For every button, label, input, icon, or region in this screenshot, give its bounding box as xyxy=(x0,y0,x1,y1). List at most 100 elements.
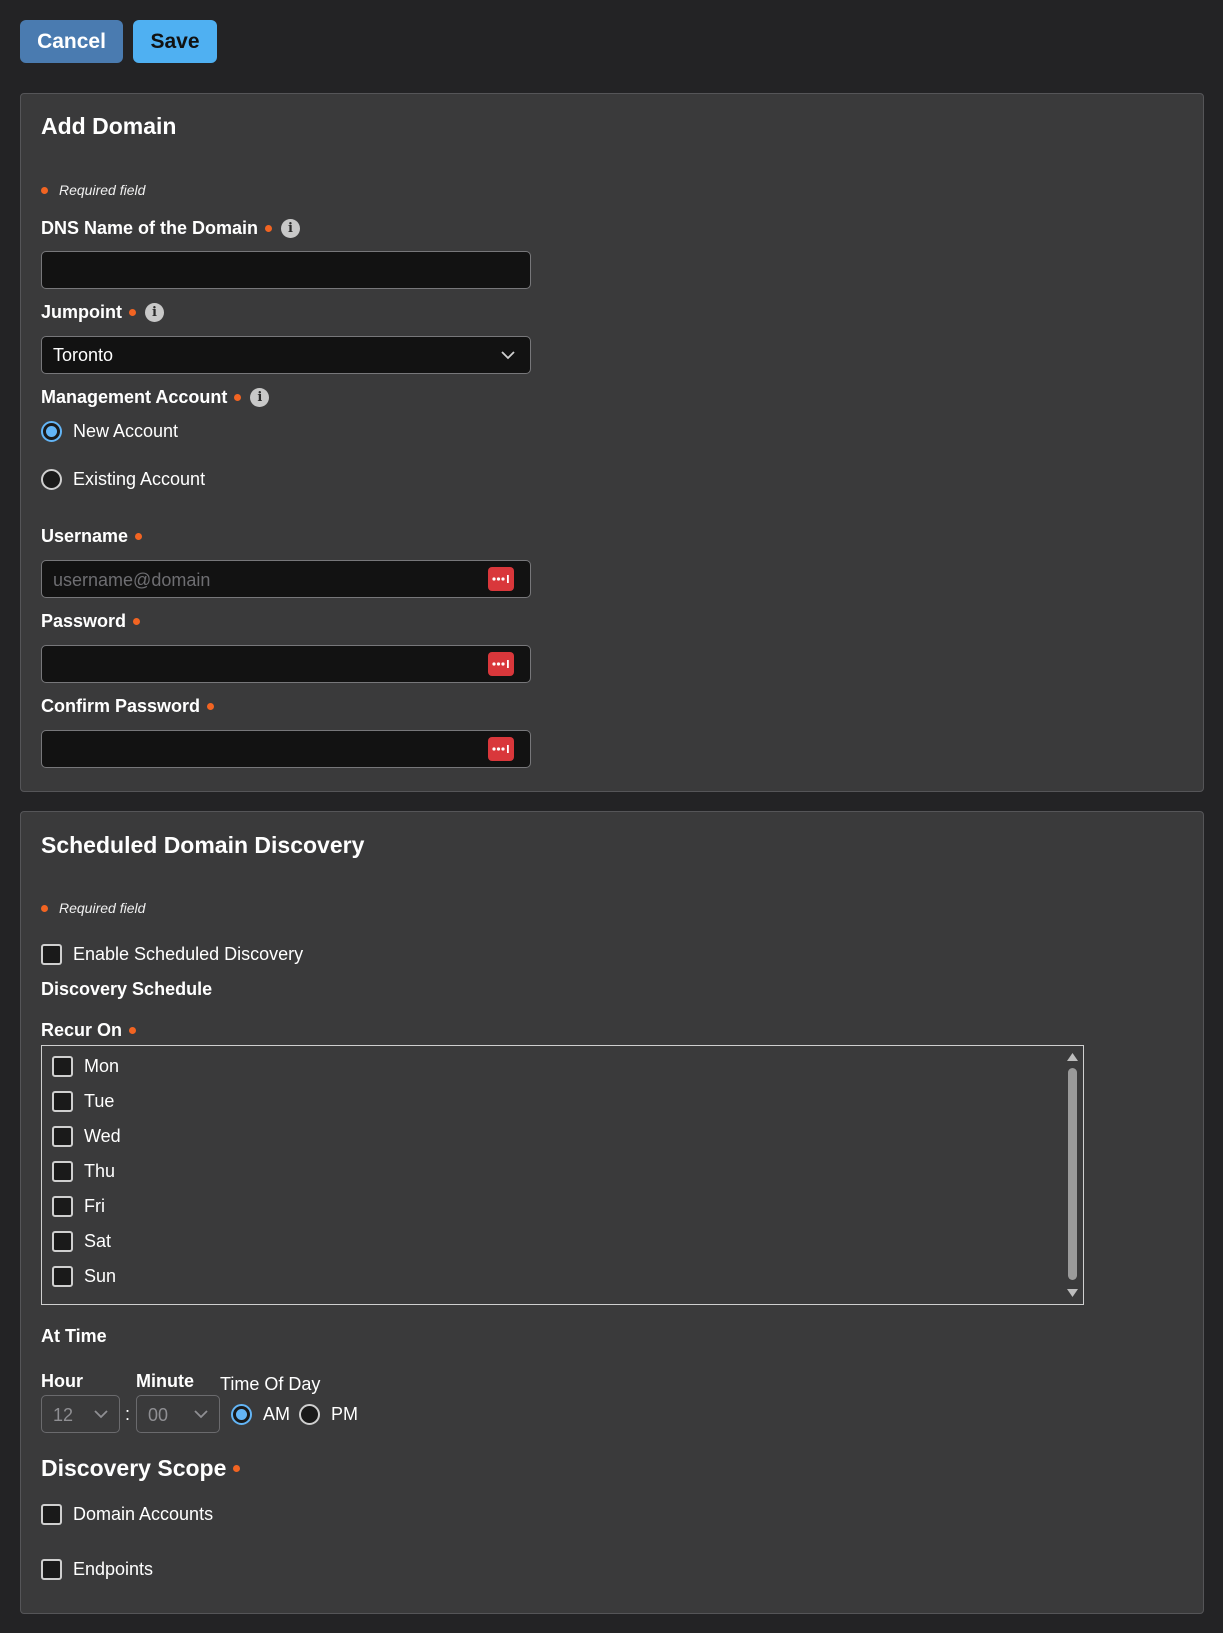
radio-unselected[interactable] xyxy=(41,469,62,490)
required-dot xyxy=(41,904,48,912)
jumpoint-value: Toronto xyxy=(53,345,114,365)
username-label: Username xyxy=(41,526,143,547)
existing-account-label: Existing Account xyxy=(73,469,206,489)
day-sun[interactable]: Sun xyxy=(52,1266,116,1287)
checkbox[interactable] xyxy=(41,1559,62,1580)
username-placeholder: username@domain xyxy=(53,570,211,590)
day-label: Tue xyxy=(84,1091,115,1111)
hour-label: Hour xyxy=(41,1371,83,1392)
day-label: Fri xyxy=(84,1196,105,1216)
checkbox[interactable] xyxy=(52,1231,73,1252)
day-fri[interactable]: Fri xyxy=(52,1196,105,1217)
day-label: Sat xyxy=(84,1231,112,1251)
password-manager-icon[interactable] xyxy=(488,652,514,676)
dns-name-input[interactable] xyxy=(41,251,531,289)
enable-discovery-checkbox[interactable]: Enable Scheduled Discovery xyxy=(41,944,303,965)
confirm-password-label: Confirm Password xyxy=(41,696,215,717)
required-dot xyxy=(129,1027,137,1034)
scroll-up-arrow-icon[interactable] xyxy=(1066,1052,1079,1062)
day-label: Wed xyxy=(84,1126,121,1146)
discovery-schedule-heading-text: Discovery Schedule xyxy=(41,979,213,999)
required-note: Required field xyxy=(41,900,145,916)
jumpoint-label-text: Jumpoint xyxy=(41,302,122,322)
required-dot xyxy=(41,186,48,194)
info-icon[interactable]: i xyxy=(145,303,164,322)
cancel-button[interactable]: Cancel xyxy=(20,20,123,63)
checkbox[interactable] xyxy=(52,1266,73,1287)
checkbox[interactable] xyxy=(52,1091,73,1112)
new-account-radio[interactable]: New Account xyxy=(41,421,178,442)
jumpoint-select[interactable]: Toronto xyxy=(41,336,531,374)
day-wed[interactable]: Wed xyxy=(52,1126,121,1147)
recur-on-label: Recur On xyxy=(41,1020,137,1041)
time-of-day-label: Time Of Day xyxy=(220,1374,321,1394)
am-radio[interactable]: AM xyxy=(231,1404,290,1425)
checkbox[interactable] xyxy=(52,1196,73,1217)
minute-value: 00 xyxy=(148,1405,169,1425)
checkbox[interactable] xyxy=(52,1056,73,1077)
pm-label: PM xyxy=(331,1404,358,1424)
jumpoint-label: Jumpoint i xyxy=(41,302,164,323)
dns-name-label: DNS Name of the Domain i xyxy=(41,218,301,239)
day-tue[interactable]: Tue xyxy=(52,1091,114,1112)
recur-on-list[interactable]: Mon Tue Wed Thu Fri Sat Sun xyxy=(41,1045,1084,1305)
minute-label-text: Minute xyxy=(136,1371,194,1391)
minute-select[interactable]: 00 xyxy=(136,1395,220,1433)
discovery-schedule-heading: Discovery Schedule xyxy=(41,979,212,1000)
confirm-password-input[interactable] xyxy=(41,730,531,768)
scroll-thumb[interactable] xyxy=(1068,1068,1077,1280)
scrollbar[interactable] xyxy=(1064,1048,1081,1302)
info-icon[interactable]: i xyxy=(281,219,301,238)
day-mon[interactable]: Mon xyxy=(52,1056,119,1077)
scroll-down-arrow-icon[interactable] xyxy=(1066,1288,1079,1298)
day-thu[interactable]: Thu xyxy=(52,1161,115,1182)
new-account-label: New Account xyxy=(73,421,179,441)
domain-accounts-label: Domain Accounts xyxy=(73,1504,214,1524)
password-manager-icon[interactable] xyxy=(488,737,514,761)
add-domain-panel: Add Domain Required field DNS Name of th… xyxy=(20,93,1204,792)
info-icon[interactable]: i xyxy=(250,388,270,407)
discovery-scope-heading: Discovery Scope xyxy=(41,1455,241,1482)
pm-radio[interactable]: PM xyxy=(299,1404,358,1425)
endpoints-checkbox[interactable]: Endpoints xyxy=(41,1559,153,1580)
endpoints-label: Endpoints xyxy=(73,1559,154,1579)
password-input[interactable] xyxy=(41,645,531,683)
domain-accounts-checkbox[interactable]: Domain Accounts xyxy=(41,1504,213,1525)
required-note-text: Required field xyxy=(59,182,146,198)
required-dot xyxy=(233,1465,241,1472)
required-dot xyxy=(234,394,242,401)
chevron-down-icon xyxy=(501,351,515,360)
save-button[interactable]: Save xyxy=(133,20,217,63)
checkbox[interactable] xyxy=(41,1504,62,1525)
password-label: Password xyxy=(41,611,141,632)
username-input[interactable]: username@domain xyxy=(41,560,531,598)
checkbox[interactable] xyxy=(52,1161,73,1182)
checkbox[interactable] xyxy=(52,1126,73,1147)
panel-title: Add Domain xyxy=(41,113,177,139)
panel-title: Scheduled Domain Discovery xyxy=(41,832,365,858)
discovery-scope-heading-text: Discovery Scope xyxy=(41,1455,227,1481)
existing-account-radio[interactable]: Existing Account xyxy=(41,469,205,490)
hour-value: 12 xyxy=(53,1405,74,1425)
day-label: Sun xyxy=(84,1266,117,1286)
password-manager-icon[interactable] xyxy=(488,567,514,591)
at-time-label-text: At Time xyxy=(41,1326,107,1346)
day-label: Mon xyxy=(84,1056,120,1076)
chevron-down-icon xyxy=(194,1410,208,1419)
required-dot xyxy=(265,225,273,232)
required-dot xyxy=(207,703,215,710)
radio-unselected[interactable] xyxy=(299,1404,320,1425)
management-account-label: Management Account i xyxy=(41,387,270,408)
required-note-text: Required field xyxy=(59,900,146,916)
required-dot xyxy=(133,618,141,625)
username-label-text: Username xyxy=(41,526,129,546)
hour-select[interactable]: 12 xyxy=(41,1395,120,1433)
recur-on-label-text: Recur On xyxy=(41,1020,123,1040)
radio-selected[interactable] xyxy=(231,1404,252,1425)
radio-selected[interactable] xyxy=(41,421,62,442)
day-sat[interactable]: Sat xyxy=(52,1231,111,1252)
checkbox[interactable] xyxy=(41,944,62,965)
required-dot xyxy=(135,533,143,540)
chevron-down-icon xyxy=(94,1410,108,1419)
minute-label: Minute xyxy=(136,1371,194,1392)
